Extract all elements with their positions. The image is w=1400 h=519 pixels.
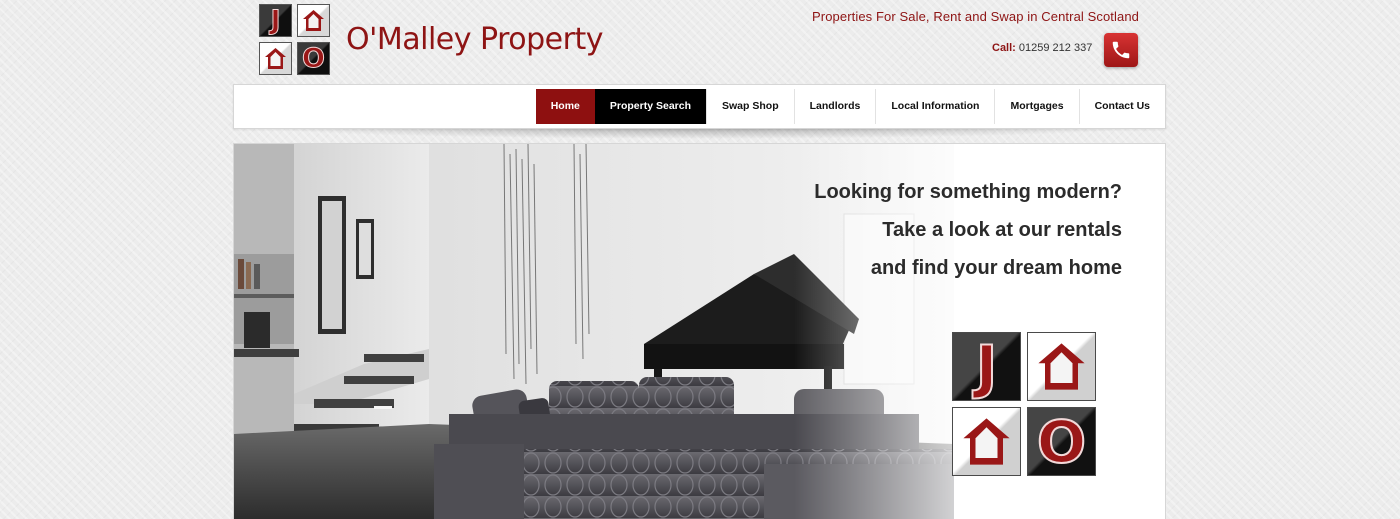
- logo-tile-house: [297, 4, 330, 37]
- hero-logo-tile-o: O: [1027, 407, 1096, 476]
- nav-mortgages[interactable]: Mortgages: [994, 89, 1078, 124]
- hero-logo-tile-j: J: [952, 332, 1021, 401]
- house-icon: [1038, 343, 1085, 390]
- logo-mark[interactable]: J O: [259, 4, 331, 76]
- nav-items: Home Property Search Swap Shop Landlords…: [535, 89, 1165, 124]
- nav-contact-us[interactable]: Contact Us: [1078, 89, 1165, 124]
- nav-property-search[interactable]: Property Search: [594, 89, 707, 124]
- hero-logo-letter-o: O: [1036, 408, 1087, 476]
- brand-name[interactable]: O'Malley Property: [346, 22, 604, 57]
- nav-local-information[interactable]: Local Information: [875, 89, 994, 124]
- phone-button[interactable]: [1104, 33, 1138, 67]
- hero-banner: Looking for something modern? Take a loo…: [233, 143, 1166, 519]
- nav-swap-shop[interactable]: Swap Shop: [706, 89, 794, 124]
- logo-tile-j: J: [259, 4, 292, 37]
- call-label: Call:: [992, 42, 1016, 54]
- house-icon: [303, 10, 324, 31]
- hero-logo-tile-house: [952, 407, 1021, 476]
- logo-letter-o: O: [302, 43, 326, 74]
- hero-headline-2: Take a look at our rentals: [882, 219, 1122, 241]
- nav-landlords[interactable]: Landlords: [793, 89, 876, 124]
- hero-logo-tile-house: [1027, 332, 1096, 401]
- logo-tile-house: [259, 42, 292, 75]
- hero-headline-3: and find your dream home: [870, 257, 1122, 279]
- house-icon: [963, 418, 1010, 465]
- hero-logo: J O: [952, 332, 1098, 478]
- hero-logo-letter-j: J: [975, 333, 999, 401]
- house-icon: [265, 48, 286, 69]
- phone-icon: [1112, 41, 1130, 59]
- nav-home[interactable]: Home: [535, 89, 595, 124]
- main-nav: Home Property Search Swap Shop Landlords…: [233, 84, 1166, 129]
- tagline: Properties For Sale, Rent and Swap in Ce…: [812, 9, 1139, 24]
- phone-number: 01259 212 337: [1018, 42, 1093, 54]
- hero-headline-1: Looking for something modern?: [814, 181, 1122, 203]
- logo-letter-j: J: [270, 5, 281, 36]
- logo-tile-o: O: [297, 42, 330, 75]
- call-info: Call: 01259 212 337: [992, 42, 1092, 54]
